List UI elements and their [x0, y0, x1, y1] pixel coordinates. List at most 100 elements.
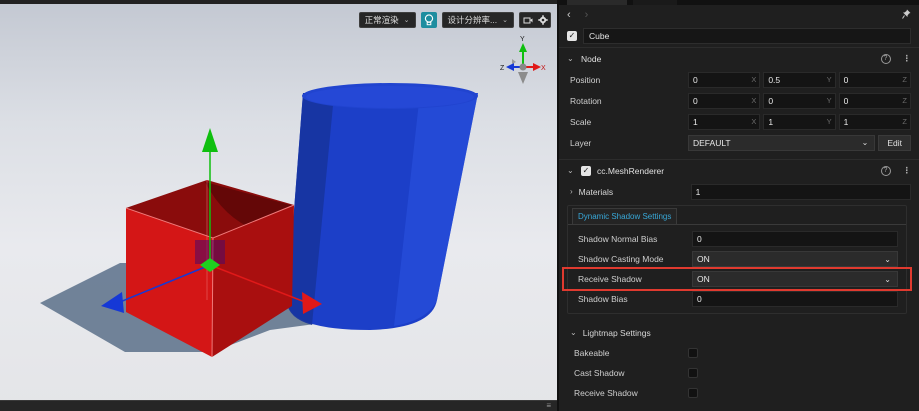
chevron-down-icon: ⌄	[567, 166, 574, 175]
shadow-casting-mode-row: Shadow Casting Mode ON ⌄	[568, 249, 906, 269]
scale-z-input[interactable]: 1Z	[838, 113, 911, 130]
materials-count-value: 1	[695, 186, 701, 197]
axis-z-label: Z	[902, 96, 907, 105]
scene-toolbar: 正常渲染 ⌄ 设计分辨率... ⌄	[358, 12, 551, 28]
scale-z-value: 1	[843, 116, 849, 127]
inspector-nav: ‹ ›	[559, 5, 919, 25]
lightmap-receive-shadow-label: Receive Shadow	[574, 388, 638, 398]
tab-secondary[interactable]	[633, 0, 677, 5]
axis-x-label: X	[751, 117, 757, 126]
panel-tab-bar	[559, 0, 919, 5]
orientation-x-label: X	[541, 65, 546, 72]
mesh-renderer-title: cc.MeshRenderer	[597, 165, 665, 176]
shadow-casting-mode-select[interactable]: ON ⌄	[692, 251, 898, 267]
chevron-down-icon: ⌄	[567, 54, 574, 63]
shadow-normal-bias-input[interactable]: 0	[692, 231, 898, 247]
node-name-input[interactable]: Cube	[583, 28, 911, 44]
position-y-value: 0.5	[768, 74, 781, 85]
node-active-checkbox[interactable]: ✓	[567, 31, 577, 41]
rotation-y-input[interactable]: 0Y	[763, 92, 836, 109]
back-arrow-icon[interactable]: ‹	[567, 9, 571, 21]
help-icon[interactable]: ?	[880, 53, 891, 64]
lightbulb-icon	[424, 14, 433, 26]
position-z-value: 0	[843, 74, 849, 85]
rotation-x-input[interactable]: 0X	[688, 92, 761, 109]
axis-y-label: Y	[826, 117, 832, 126]
layer-label: Layer	[570, 137, 592, 148]
scene-viewport[interactable]: Y X Z 正常渲染 ⌄ 设计分辨率... ⌄ ≡	[0, 0, 557, 411]
bakeable-checkbox[interactable]: ✓	[688, 348, 698, 358]
cast-shadow-checkbox[interactable]: ✓	[688, 368, 698, 378]
scene-camera-tools	[519, 12, 551, 28]
chevron-right-icon[interactable]: ›	[570, 187, 573, 196]
rotation-y-value: 0	[768, 95, 774, 106]
orientation-z-label: Z	[500, 65, 505, 72]
chevron-down-icon: ⌄	[861, 138, 869, 147]
view-orientation-gizmo[interactable]: Y X Z	[500, 36, 546, 84]
lightmap-settings-header[interactable]: ⌄ Lightmap Settings	[559, 322, 919, 343]
layer-value: DEFAULT	[693, 137, 731, 148]
shadow-casting-mode-value: ON	[697, 254, 710, 264]
position-y-input[interactable]: 0.5 Y	[763, 71, 836, 88]
gear-icon[interactable]	[537, 15, 548, 25]
rotation-z-value: 0	[843, 95, 849, 106]
dynamic-shadow-settings-group: Dynamic Shadow Settings Shadow Normal Bi…	[562, 205, 912, 314]
layer-edit-button[interactable]: Edit	[878, 134, 911, 151]
mesh-renderer-header[interactable]: ⌄ ✓ cc.MeshRenderer ? ⋮	[559, 159, 919, 181]
scale-y-input[interactable]: 1Y	[763, 113, 836, 130]
more-options-icon[interactable]: ⋮	[903, 165, 912, 176]
forward-arrow-icon[interactable]: ›	[585, 9, 589, 21]
lightmap-settings-title: Lightmap Settings	[582, 327, 651, 338]
cast-shadow-label: Cast Shadow	[574, 368, 625, 378]
bakeable-label: Bakeable	[574, 348, 610, 358]
camera-icon[interactable]	[523, 16, 533, 25]
shadow-normal-bias-value: 0	[697, 234, 702, 244]
mesh-renderer-enabled-checkbox[interactable]: ✓	[581, 165, 591, 176]
rotation-label: Rotation	[570, 95, 602, 106]
inspector-panel: ‹ › ✓ Cube ⌄ Node ? ⋮ Position 0X 0.5 Y 0…	[557, 0, 919, 411]
rotation-z-input[interactable]: 0Z	[838, 92, 911, 109]
lightmap-receive-shadow-checkbox[interactable]: ✓	[688, 388, 698, 398]
position-z-input[interactable]: 0Z	[838, 71, 911, 88]
materials-count-input[interactable]: 1	[690, 183, 911, 200]
cylinder-mesh[interactable]	[287, 83, 478, 330]
node-section-title: Node	[581, 53, 602, 64]
shadow-normal-bias-label: Shadow Normal Bias	[578, 234, 658, 244]
more-options-icon[interactable]: ⋮	[903, 53, 912, 64]
node-name-text: Cube	[589, 31, 610, 41]
render-mode-label: 正常渲染	[364, 15, 399, 25]
lightmap-settings-section: ⌄ Lightmap Settings Bakeable ✓ Cast Shad…	[559, 322, 919, 403]
scale-label: Scale	[570, 116, 592, 127]
design-resolution-dropdown[interactable]: 设计分辨率... ⌄	[441, 12, 514, 28]
rotation-row: Rotation 0X 0Y 0Z	[559, 90, 919, 111]
rotation-x-value: 0	[693, 95, 698, 106]
chevron-down-icon: ⌄	[502, 17, 508, 24]
tab-inspector[interactable]	[567, 0, 627, 5]
scene-light-toggle[interactable]	[420, 12, 437, 28]
lightmap-receive-shadow-row: Receive Shadow ✓	[559, 383, 919, 403]
pin-icon[interactable]	[902, 9, 911, 21]
dynamic-shadow-settings-tab[interactable]: Dynamic Shadow Settings	[572, 208, 678, 224]
receive-shadow-select[interactable]: ON ⌄	[692, 271, 898, 287]
help-icon[interactable]: ?	[880, 165, 891, 176]
bakeable-row: Bakeable ✓	[559, 343, 919, 363]
axis-y-label: Y	[826, 96, 832, 105]
layer-select[interactable]: DEFAULT ⌄	[688, 134, 876, 151]
receive-shadow-value: ON	[697, 274, 710, 284]
shadow-bias-value: 0	[697, 294, 702, 304]
position-x-input[interactable]: 0X	[688, 71, 761, 88]
chevron-down-icon: ⌄	[884, 254, 891, 264]
axis-z-label: Z	[902, 75, 907, 84]
cast-shadow-row: Cast Shadow ✓	[559, 363, 919, 383]
shadow-bias-input[interactable]: 0	[692, 291, 898, 307]
node-name-row: ✓ Cube	[559, 25, 919, 47]
render-mode-dropdown[interactable]: 正常渲染 ⌄	[358, 12, 416, 28]
materials-label: Materials	[578, 186, 614, 197]
node-section-header[interactable]: ⌄ Node ? ⋮	[559, 47, 919, 69]
menu-icon[interactable]: ≡	[546, 401, 551, 410]
gizmo-y-arrow[interactable]	[202, 128, 218, 152]
scale-x-input[interactable]: 1X	[688, 113, 761, 130]
scale-row: Scale 1X 1Y 1Z	[559, 111, 919, 132]
scene-render[interactable]: Y X Z	[0, 0, 557, 411]
receive-shadow-row: Receive Shadow ON ⌄	[562, 267, 912, 291]
